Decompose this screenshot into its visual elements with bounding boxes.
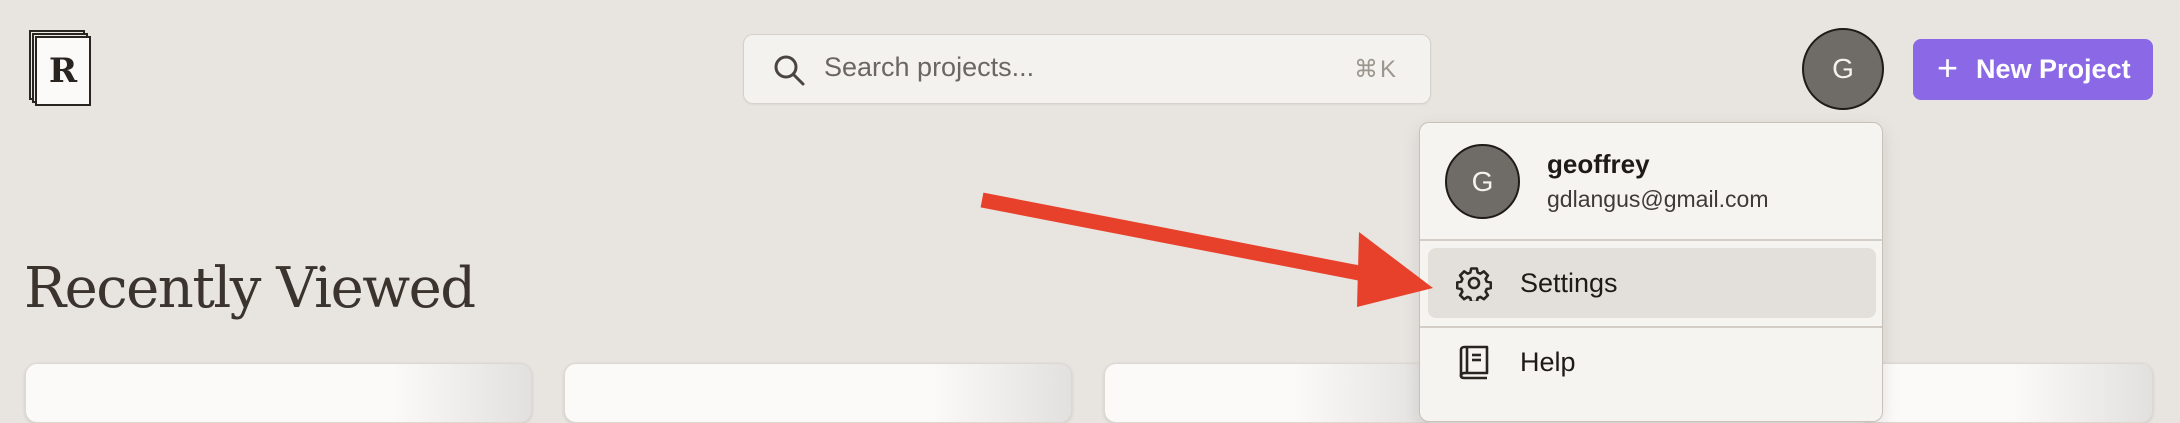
menu-avatar: G (1445, 144, 1520, 219)
search-bar[interactable]: Search projects... ⌘K (743, 34, 1431, 104)
logo-letter: R (35, 36, 91, 106)
search-shortcut: ⌘K (1353, 56, 1398, 83)
menu-item-help[interactable]: Help (1428, 327, 1876, 397)
gear-icon (1456, 267, 1492, 301)
menu-item-settings[interactable]: Settings (1428, 248, 1876, 318)
project-card[interactable] (25, 363, 532, 423)
project-card[interactable] (564, 363, 1072, 423)
project-card[interactable] (1860, 363, 2153, 423)
user-avatar-button[interactable]: G (1802, 28, 1884, 110)
plus-icon: + (1937, 47, 1959, 88)
menu-item-label: Settings (1520, 268, 1618, 298)
search-icon (774, 55, 805, 86)
user-dropdown-menu: G geoffrey gdlangus@gmail.com Settings H… (1419, 122, 1883, 422)
project-card[interactable] (1104, 363, 1434, 423)
app-logo[interactable]: R (29, 30, 93, 108)
new-project-label: New Project (1976, 54, 2131, 84)
user-name: geoffrey (1547, 149, 1650, 179)
book-icon (1459, 345, 1489, 380)
user-email: gdlangus@gmail.com (1547, 186, 1769, 212)
menu-divider (1420, 239, 1882, 241)
menu-item-label: Help (1520, 347, 1576, 377)
section-title: Recently Viewed (24, 256, 476, 321)
new-project-button[interactable]: + New Project (1913, 39, 2153, 100)
search-input[interactable]: Search projects... (824, 52, 1034, 83)
